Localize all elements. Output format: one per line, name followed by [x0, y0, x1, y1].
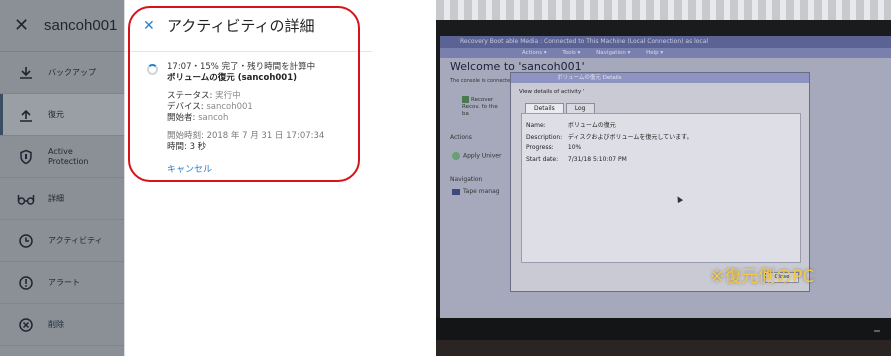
shield-icon [16, 147, 36, 167]
monitor-screen: Recovery Boot able Media : Connected to … [440, 36, 891, 322]
tape-manager-item[interactable]: Tape manag [452, 188, 500, 195]
activity-name: ボリュームの復元 (sancoh001) [167, 73, 297, 83]
status-row: ステータス: 実行中 [167, 91, 359, 102]
detail-row-name: Name: ボリュームの復元 [526, 120, 616, 129]
sidebar-item-label: Active Protection [48, 147, 88, 167]
start-time: 開始時刻: 2018 年 7 月 31 日 17:07:34 [167, 131, 325, 141]
detail-row-start-date: Start date: 7/31/18 5:10:07 PM [526, 156, 627, 163]
sidebar-item-label: 詳細 [48, 193, 64, 203]
detail-key: Start date: [526, 156, 559, 163]
recover-tile[interactable]: Recover Recov. fo the ba [462, 96, 506, 118]
panel-header: ✕ アクティビティの詳細 [125, 0, 372, 52]
dialog-subtitle: View details of activity ' [519, 89, 585, 95]
console-main: Welcome to 'sancoh001' The console is co… [440, 58, 891, 322]
monitor-led [874, 330, 880, 332]
status-value: 実行中 [215, 91, 241, 101]
sidebar-item-label: バックアップ [48, 67, 96, 77]
detail-key: Name: [526, 122, 546, 129]
detail-value: 7/31/18 5:10:07 PM [567, 156, 627, 163]
screenshot-root: ✕ sancoh001 バックアップ 復元 Active Protection [0, 0, 891, 356]
overlay-caption: ※復元側のPC [710, 267, 815, 287]
sidebar-item-backup[interactable]: バックアップ [0, 52, 124, 94]
activity-card: 17:07・15% 完了・残り時間を計算中 ボリュームの復元 (sancoh00… [137, 56, 365, 182]
cancel-link[interactable]: キャンセル [167, 162, 212, 175]
label-line-1: Active [48, 146, 73, 156]
detail-row-description: Description: ディスクおよびボリュームを復元しています。 [526, 132, 693, 141]
panel-title: アクティビティの詳細 [167, 17, 315, 35]
recover-label: Recover [471, 97, 494, 103]
blinds-background [436, 0, 891, 20]
download-icon [16, 63, 36, 83]
detail-row-progress: Progress: 10% [526, 144, 581, 151]
initiator-row: 開始者: sancoh [167, 113, 359, 124]
device-row: デバイス: sancoh001 [167, 102, 359, 113]
detail-key: Description: [526, 134, 563, 141]
dialog-tabs: Details Log [525, 103, 597, 113]
menu-navigation[interactable]: Navigation ▾ [596, 50, 630, 56]
initiator-label: 開始者: [167, 113, 196, 123]
tape-label: Tape manag [463, 188, 500, 195]
sidebar-item-alerts[interactable]: アラート [0, 262, 124, 304]
recover-icon [462, 96, 469, 103]
sidebar-item-label: アクティビティ [48, 235, 103, 245]
navigation-heading: Navigation [450, 176, 483, 183]
initiator-value: sancoh [198, 113, 229, 123]
sidebar-item-activity[interactable]: アクティビティ [0, 220, 124, 262]
apply-label: Apply Univer [463, 152, 502, 160]
apply-icon [452, 152, 460, 160]
detail-value: 10% [567, 144, 582, 151]
delete-icon [16, 315, 36, 335]
close-icon[interactable]: ✕ [14, 15, 36, 36]
menu-tools[interactable]: Tools ▾ [562, 50, 580, 56]
sidebar-item-active-protection[interactable]: Active Protection [0, 136, 124, 178]
app-sidebar: ✕ sancoh001 バックアップ 復元 Active Protection [0, 0, 124, 356]
detail-value: ボリュームの復元 [567, 122, 616, 129]
window-title: Recovery Boot able Media : Connected to … [440, 36, 891, 48]
clock-icon [16, 231, 36, 251]
sidebar-item-label: 削除 [48, 319, 64, 329]
sidebar-item-label: アラート [48, 277, 80, 287]
desk-surface [436, 340, 891, 356]
close-icon[interactable]: ✕ [143, 18, 161, 34]
activity-details-dialog: ボリュームの復元 Details View details of activit… [510, 72, 810, 292]
dialog-title: ボリュームの復元 Details [511, 73, 809, 83]
label-line-2: Protection [48, 156, 89, 166]
tape-icon [452, 188, 460, 195]
sidebar-item-delete[interactable]: 削除 [0, 304, 124, 346]
sidebar-item-label: 復元 [48, 109, 64, 119]
device-value: sancoh001 [206, 102, 253, 112]
detail-key: Progress: [526, 144, 554, 151]
machine-name: sancoh001 [44, 17, 118, 34]
detail-value: ディスクおよびボリュームを復元しています。 [567, 134, 693, 141]
recover-sub: Recov. fo the ba [462, 104, 498, 117]
activity-details-panel: ✕ アクティビティの詳細 17:07・15% 完了・残り時間を計算中 ボリューム… [124, 0, 372, 356]
activity-status-line: 17:07・15% 完了・残り時間を計算中 [167, 62, 316, 72]
device-label: デバイス: [167, 102, 204, 112]
progress-spinner-icon [147, 64, 158, 75]
apply-universal-item[interactable]: Apply Univer [452, 152, 501, 160]
sidebar-item-details[interactable]: 詳細 [0, 178, 124, 220]
menu-actions[interactable]: Actions ▾ [522, 50, 547, 56]
glasses-icon [16, 189, 36, 209]
sidebar-item-restore[interactable]: 復元 [0, 94, 124, 136]
dialog-details-body: Name: ボリュームの復元 Description: ディスクおよびボリューム… [521, 113, 801, 263]
restore-icon [16, 105, 36, 125]
sidebar-header: ✕ sancoh001 [0, 0, 124, 52]
actions-heading: Actions [450, 134, 472, 141]
alert-icon [16, 273, 36, 293]
recovery-pc-photo: Recovery Boot able Media : Connected to … [436, 0, 891, 356]
menu-help[interactable]: Help ▾ [646, 50, 663, 56]
tab-details[interactable]: Details [525, 103, 564, 113]
duration: 時間: 3 秒 [167, 142, 207, 152]
tab-log[interactable]: Log [565, 103, 595, 113]
menu-bar: Actions ▾ Tools ▾ Navigation ▾ Help ▾ [440, 48, 891, 58]
status-label: ステータス: [167, 91, 213, 101]
